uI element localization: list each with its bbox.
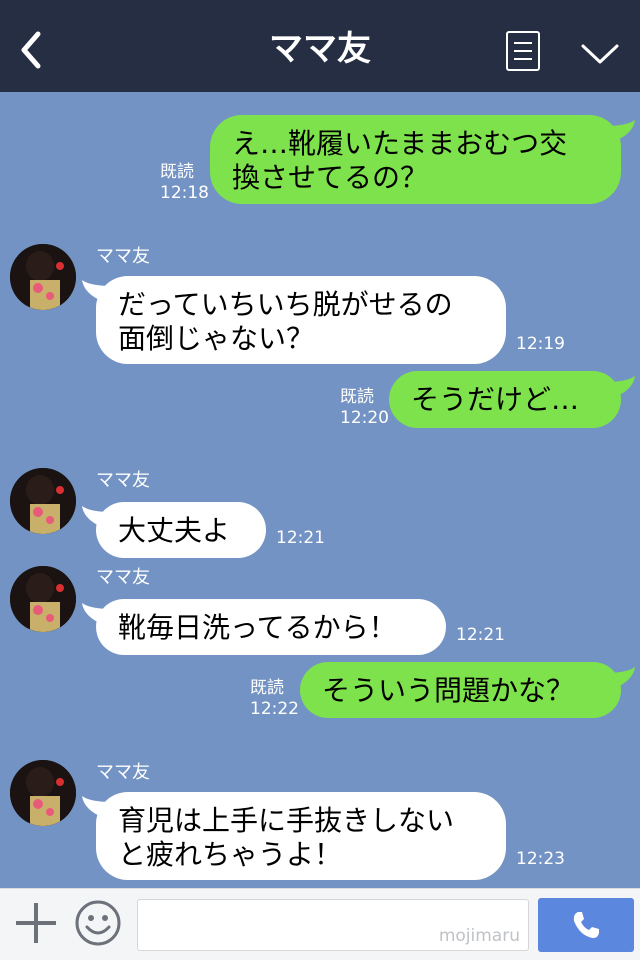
avatar[interactable] [10, 566, 76, 632]
message-time: 12:18 [160, 183, 209, 203]
chevron-down-icon[interactable] [580, 42, 620, 66]
message-time: 12:20 [340, 408, 389, 428]
watermark-text: mojimaru [438, 926, 520, 946]
avatar[interactable] [10, 244, 76, 310]
message-bubble-outgoing[interactable]: そういう問題かな？ [300, 662, 621, 718]
message-bubble-incoming[interactable]: 大丈夫よ [96, 502, 266, 558]
sender-name: ママ友 [96, 246, 150, 267]
read-receipt: 既読 [250, 678, 284, 698]
message-time: 12:22 [250, 699, 299, 719]
message-time: 12:19 [516, 334, 565, 354]
smiley-icon[interactable] [74, 899, 122, 947]
sender-name: ママ友 [96, 762, 150, 783]
read-receipt: 既読 [160, 162, 194, 182]
message-bubble-incoming[interactable]: 靴毎日洗ってるから！ [96, 599, 446, 655]
plus-icon[interactable] [14, 901, 58, 945]
message-input[interactable]: mojimaru [137, 899, 529, 951]
sender-name: ママ友 [96, 567, 150, 588]
bubble-tail [605, 376, 635, 398]
phone-icon [573, 912, 599, 938]
avatar[interactable] [10, 760, 76, 826]
message-bubble-outgoing[interactable]: そうだけど… [389, 371, 621, 428]
chat-header: ママ友 [0, 0, 640, 92]
avatar[interactable] [10, 468, 76, 534]
message-bubble-outgoing[interactable]: え…靴履いたままおむつ交 換させてるの？ [210, 115, 621, 204]
message-bubble-incoming[interactable]: だっていちいち脱がせるの 面倒じゃない？ [96, 276, 506, 364]
chat-area[interactable]: 既読 12:18 え…靴履いたままおむつ交 換させてるの？ ママ友 だっていちい… [0, 92, 640, 888]
message-time: 12:21 [456, 625, 505, 645]
message-time: 12:21 [276, 528, 325, 548]
call-button[interactable] [538, 898, 634, 952]
menu-list-icon[interactable] [506, 31, 540, 71]
bubble-tail [605, 667, 635, 689]
input-bar: mojimaru [0, 888, 640, 960]
message-time: 12:23 [516, 849, 565, 869]
chat-title: ママ友 [269, 29, 371, 69]
read-receipt: 既読 [340, 387, 374, 407]
bubble-tail [605, 120, 635, 142]
message-bubble-incoming[interactable]: 育児は上手に手抜きしない と疲れちゃうよ！ [96, 792, 506, 880]
sender-name: ママ友 [96, 470, 150, 491]
